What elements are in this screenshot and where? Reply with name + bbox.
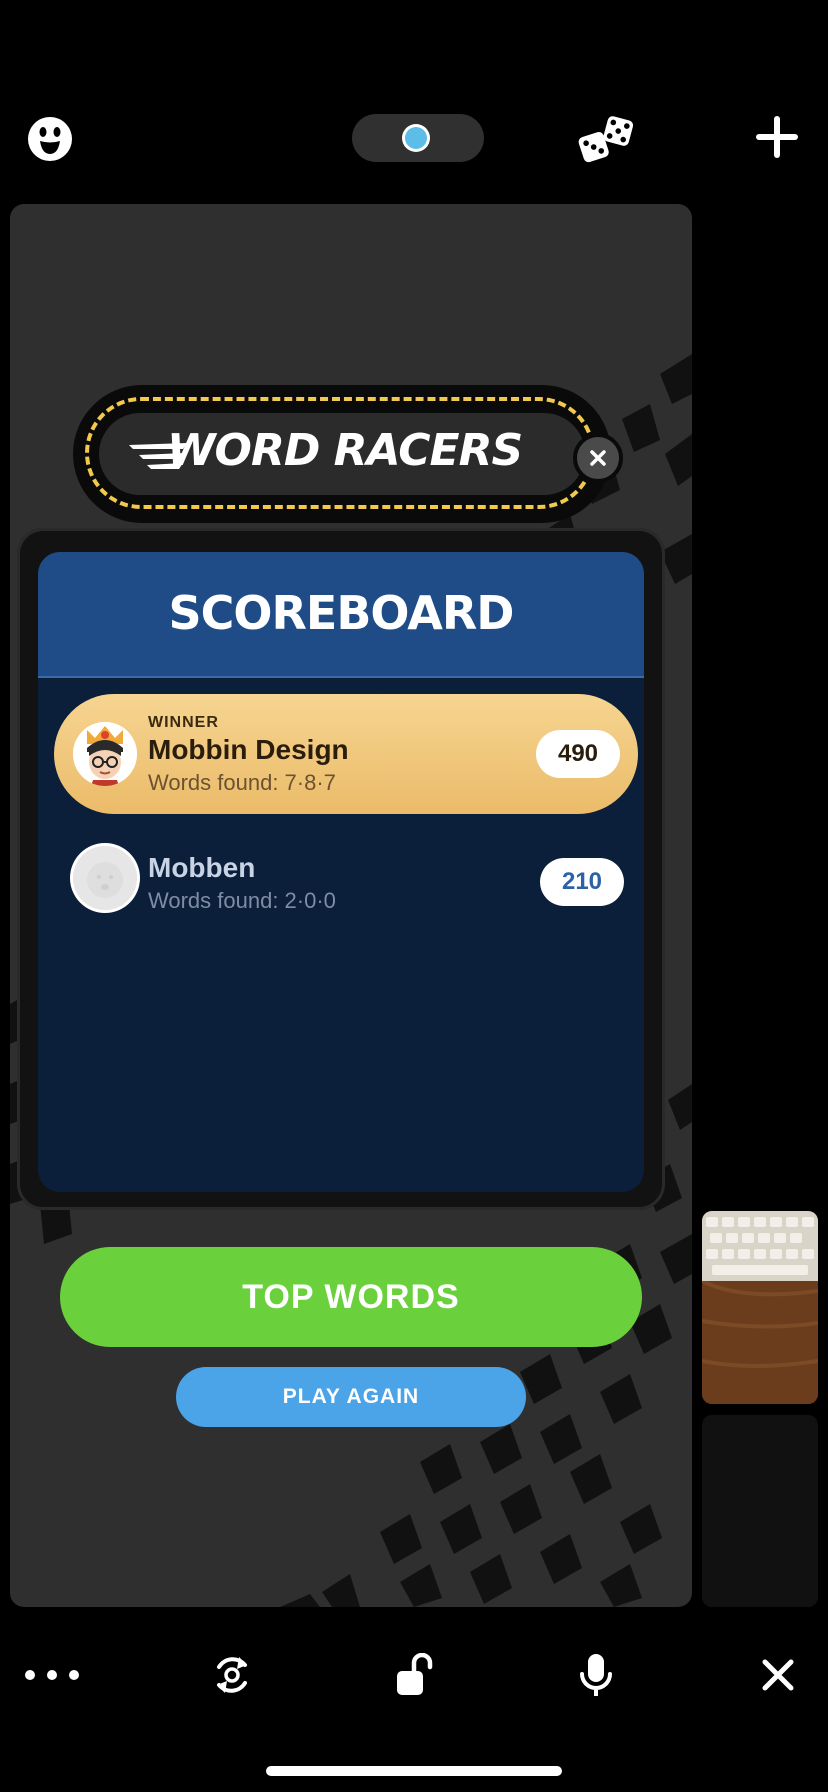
score-badge: 490	[536, 730, 620, 778]
microphone-button[interactable]	[566, 1650, 626, 1700]
unlock-icon	[397, 1653, 433, 1695]
lock-button[interactable]	[384, 1650, 444, 1700]
game-title: WORD RACERS	[167, 425, 523, 476]
dice-button[interactable]	[576, 112, 636, 168]
scoreboard-title: SCOREBOARD	[168, 586, 515, 640]
close-icon	[762, 1659, 794, 1691]
scoreboard-header: SCOREBOARD	[38, 552, 644, 678]
close-icon	[590, 450, 606, 466]
close-button[interactable]	[748, 1650, 808, 1700]
scoreboard: SCOREBOARD WINNER Mobbin Design Words fo…	[38, 552, 644, 1192]
avatar	[73, 722, 137, 786]
words-found: Words found: 2·0·0	[148, 888, 336, 913]
avatar-crown-icon	[73, 722, 137, 786]
camera-thumbnail[interactable]	[702, 1211, 818, 1404]
add-button[interactable]	[752, 112, 802, 162]
microphone-icon	[580, 1654, 612, 1696]
more-button[interactable]	[22, 1650, 82, 1700]
play-again-button[interactable]: PLAY AGAIN	[176, 1367, 526, 1427]
avatar	[73, 846, 137, 910]
avatar-placeholder-icon	[73, 846, 137, 910]
plus-icon	[756, 116, 798, 158]
winner-label: WINNER	[148, 714, 219, 731]
keyboard-on-desk-image	[702, 1211, 818, 1404]
score-badge: 210	[540, 858, 624, 906]
flip-camera-button[interactable]	[202, 1650, 262, 1700]
words-found: Words found: 7·8·7	[148, 770, 336, 795]
word-racers-banner: WORD RACERS	[73, 385, 623, 523]
face-icon-button[interactable]	[27, 116, 73, 162]
more-icon	[25, 1670, 79, 1680]
dice-icon	[578, 116, 634, 163]
status-pill[interactable]	[352, 114, 484, 162]
player-row[interactable]: Mobben Words found: 2·0·0 210	[54, 824, 638, 934]
flip-camera-icon	[217, 1657, 247, 1693]
player-row-winner[interactable]: WINNER Mobbin Design Words found: 7·8·7 …	[54, 694, 638, 814]
empty-thumbnail[interactable]	[702, 1415, 818, 1607]
top-words-button[interactable]: TOP WORDS	[60, 1247, 642, 1347]
banner-close-button[interactable]	[573, 433, 623, 483]
face-icon	[28, 117, 72, 161]
player-name: Mobben	[148, 852, 256, 883]
player-name: Mobbin Design	[148, 734, 349, 765]
home-indicator[interactable]	[266, 1766, 562, 1776]
status-dot	[405, 127, 427, 149]
